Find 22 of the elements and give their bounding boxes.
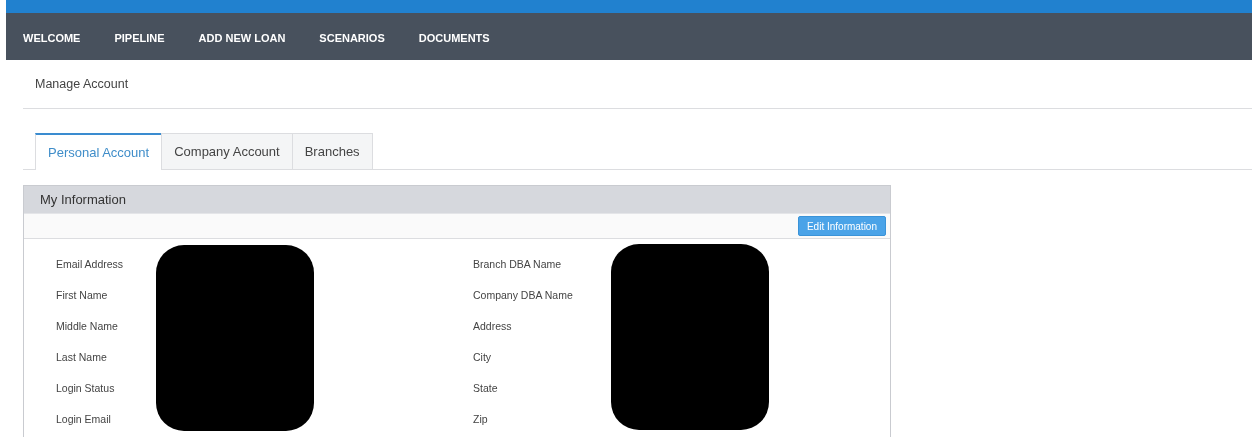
field-label: Company DBA Name (473, 289, 574, 303)
field-label: City (473, 351, 493, 365)
tab[interactable]: Company Account (161, 133, 293, 169)
field-label: First Name (56, 289, 109, 303)
tab[interactable]: Personal Account (35, 133, 163, 170)
panel-title: My Information (40, 192, 126, 207)
field-label: Branch DBA Name (473, 258, 563, 272)
nav-link[interactable]: WELCOME (23, 29, 81, 44)
field-label: State (473, 382, 499, 396)
field-label: Middle Name (56, 320, 119, 334)
nav-link[interactable]: PIPELINE (114, 29, 165, 44)
field-label: Login Email (56, 413, 112, 427)
field-label: Email Address (56, 258, 125, 272)
page-title: Manage Account (35, 77, 129, 91)
nav-link[interactable]: DOCUMENTS (418, 29, 490, 44)
field-label: Address (473, 320, 513, 334)
tab[interactable]: Branches (291, 133, 373, 169)
nav-link[interactable]: SCENARIOS (319, 29, 385, 44)
field-label: Zip (473, 413, 489, 427)
nav-link[interactable]: ADD NEW LOAN (198, 29, 286, 44)
field-label: Last Name (56, 351, 108, 365)
field-label: Login Status (56, 382, 116, 396)
